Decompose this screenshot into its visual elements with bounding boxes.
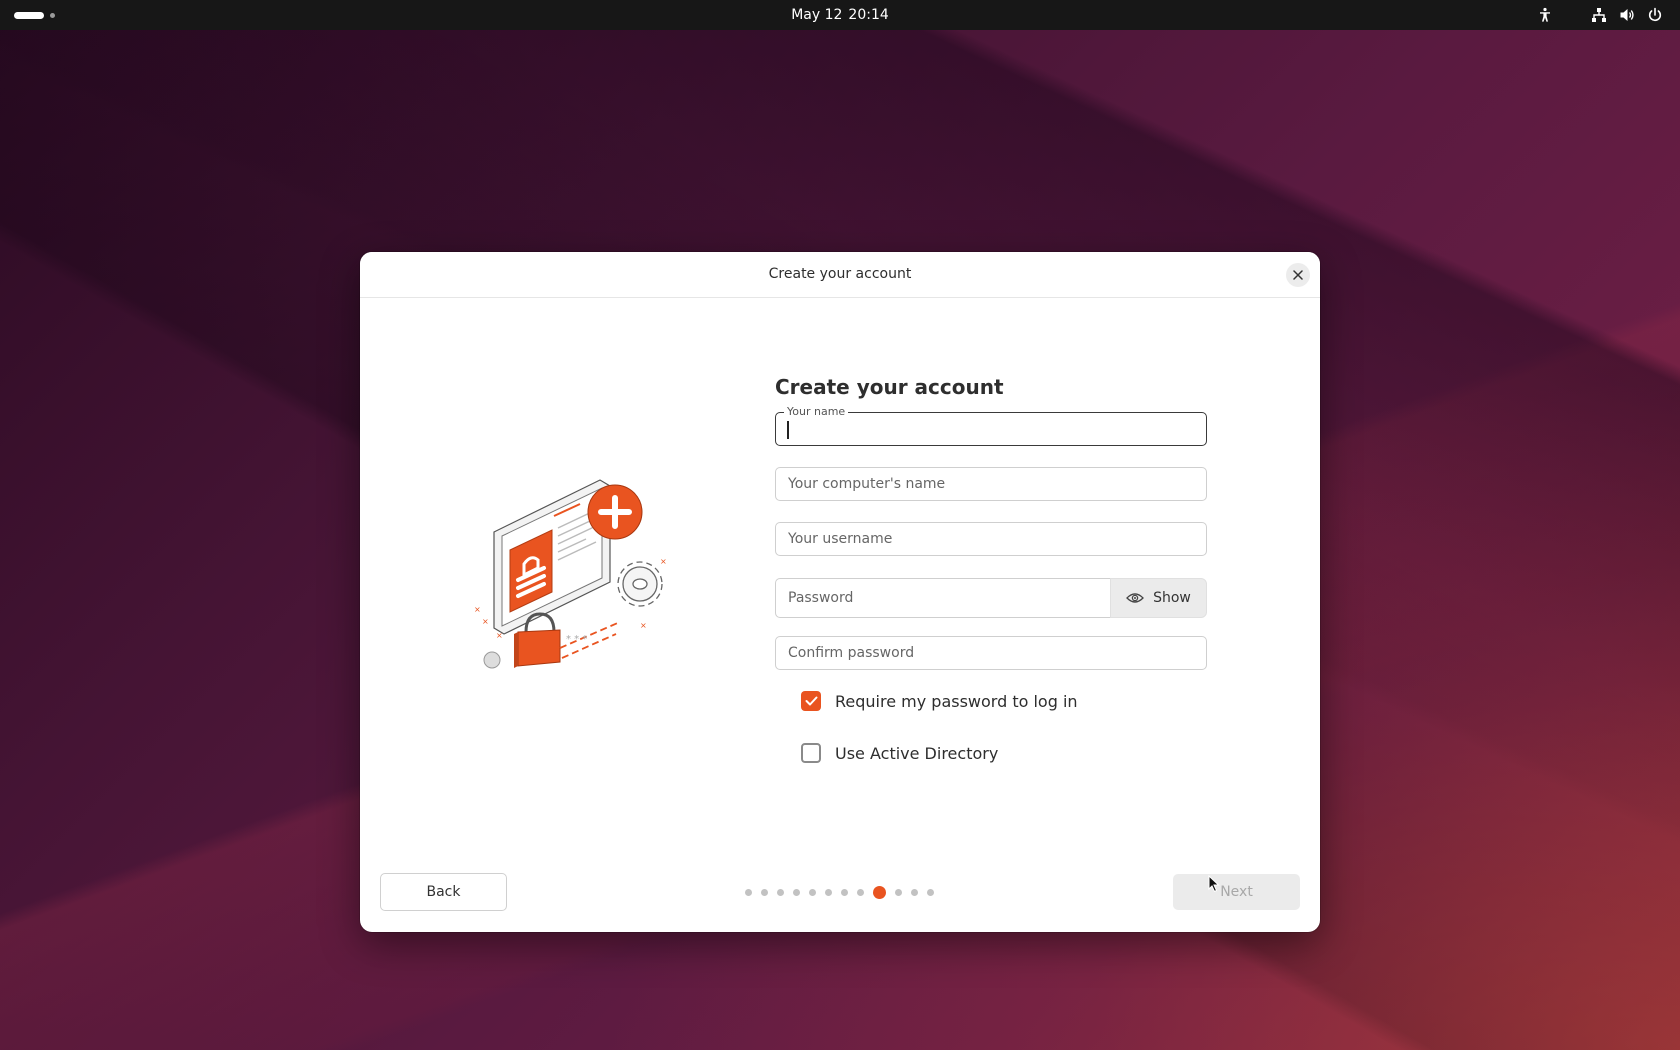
installer-dialog: Create your account * * * × × × × × Crea… xyxy=(360,252,1320,932)
step-dot xyxy=(793,888,800,896)
power-icon[interactable] xyxy=(1647,7,1663,23)
svg-text:×: × xyxy=(482,617,489,626)
close-icon xyxy=(1293,270,1303,280)
volume-icon[interactable] xyxy=(1619,7,1635,23)
computer-name-field[interactable] xyxy=(775,467,1207,501)
top-bar: May 12 20:14 xyxy=(0,0,1680,30)
step-dot xyxy=(777,888,784,896)
network-icon[interactable] xyxy=(1591,7,1607,23)
desktop: May 12 20:14 Create your account * * * ×… xyxy=(0,0,1680,1050)
account-form: Create your account Your name Show xyxy=(775,370,1207,763)
svg-text:×: × xyxy=(496,631,503,640)
svg-text:×: × xyxy=(640,621,647,630)
step-dot xyxy=(825,888,832,896)
your-name-field[interactable]: Your name xyxy=(775,405,1207,446)
text-caret xyxy=(787,421,789,439)
step-dot xyxy=(841,888,848,896)
next-button[interactable]: Next xyxy=(1173,874,1300,910)
username-field[interactable] xyxy=(775,522,1207,556)
password-input[interactable] xyxy=(776,579,1110,617)
close-button[interactable] xyxy=(1286,263,1310,287)
checkmark-icon xyxy=(805,696,817,706)
confirm-password-field[interactable] xyxy=(775,636,1207,670)
dialog-header: Create your account xyxy=(360,252,1320,298)
accessibility-icon[interactable] xyxy=(1537,7,1553,23)
clock[interactable]: May 12 20:14 xyxy=(0,0,1680,30)
require-password-checkbox[interactable] xyxy=(801,691,821,711)
back-button[interactable]: Back xyxy=(380,873,507,911)
form-heading: Create your account xyxy=(775,375,1004,399)
step-dot xyxy=(761,888,768,896)
active-directory-label: Use Active Directory xyxy=(835,743,999,763)
step-indicator xyxy=(745,885,935,899)
eye-icon xyxy=(1126,593,1145,603)
clock-time: 20:14 xyxy=(848,7,889,23)
active-directory-checkbox[interactable] xyxy=(801,743,821,763)
step-dot xyxy=(927,888,934,896)
require-password-option[interactable]: Require my password to log in xyxy=(801,690,1078,712)
username-input[interactable] xyxy=(776,523,1206,555)
step-dot xyxy=(809,888,816,896)
confirm-password-input[interactable] xyxy=(776,637,1206,669)
svg-text:* * *: * * * xyxy=(566,634,587,645)
svg-text:×: × xyxy=(474,605,481,614)
step-dot xyxy=(857,888,864,896)
step-dot xyxy=(911,888,918,896)
computer-name-input[interactable] xyxy=(776,468,1206,500)
step-dot-current xyxy=(873,885,886,899)
mouse-cursor-icon xyxy=(1208,875,1220,893)
active-directory-option[interactable]: Use Active Directory xyxy=(801,742,998,764)
step-dot xyxy=(895,888,902,896)
step-dot xyxy=(745,888,752,896)
account-security-illustration: * * * × × × × × xyxy=(470,472,680,682)
require-password-label: Require my password to log in xyxy=(835,691,1078,711)
clock-date: May 12 xyxy=(791,7,843,23)
dialog-title: Create your account xyxy=(768,266,912,282)
svg-text:×: × xyxy=(660,557,667,566)
password-field[interactable] xyxy=(775,578,1111,618)
your-name-label: Your name xyxy=(784,405,849,419)
show-password-label: Show xyxy=(1153,590,1191,606)
show-password-button[interactable]: Show xyxy=(1110,578,1207,618)
